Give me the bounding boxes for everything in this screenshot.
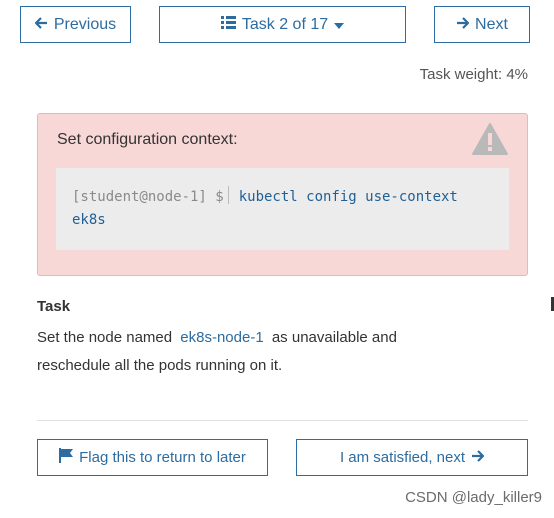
task-selector-button[interactable]: Task 2 of 17	[159, 6, 406, 43]
list-icon	[220, 15, 236, 34]
node-name: ek8s-node-1	[180, 329, 264, 346]
task-heading: Task	[37, 298, 71, 315]
task-text-end: as unavailable and	[271, 329, 397, 346]
task-description: Set the node named ek8s-node-1 as unavai…	[37, 324, 507, 380]
flag-button[interactable]: Flag this to return to later	[37, 439, 268, 476]
shell-prompt: [student@node-1] $	[72, 189, 224, 205]
command-box[interactable]: [student@node-1] $ kubectl config use-con…	[56, 168, 509, 250]
task-text-start: Set the node named	[37, 329, 173, 346]
next-button[interactable]: Next	[434, 6, 530, 43]
flag-label: Flag this to return to later	[79, 449, 246, 466]
previous-button[interactable]: Previous	[20, 6, 131, 43]
satisfied-next-button[interactable]: I am satisfied, next	[296, 439, 528, 476]
next-label: Next	[475, 15, 508, 33]
task-selector-label: Task 2 of 17	[241, 15, 329, 33]
arrow-left-icon	[34, 16, 48, 34]
arrow-right-icon	[456, 16, 470, 34]
arrow-right-icon	[471, 449, 485, 466]
watermark: CSDN @lady_killer9	[405, 489, 542, 506]
task-text-line2: reschedule all the pods running on it.	[37, 357, 283, 374]
alert-title: Set configuration context:	[57, 131, 238, 148]
flag-icon	[59, 448, 74, 467]
command-text-continued: ek8s	[72, 212, 106, 228]
warning-icon	[471, 122, 509, 161]
prompt-divider	[227, 186, 229, 204]
command-text: kubectl config use-context	[238, 189, 458, 205]
context-alert: Set configuration context: [student@node…	[37, 113, 528, 276]
divider	[37, 420, 528, 421]
satisfied-label: I am satisfied, next	[339, 449, 466, 466]
task-weight: Task weight: 4%	[419, 66, 528, 83]
caret-down-icon	[334, 16, 345, 34]
previous-label: Previous	[53, 15, 117, 33]
